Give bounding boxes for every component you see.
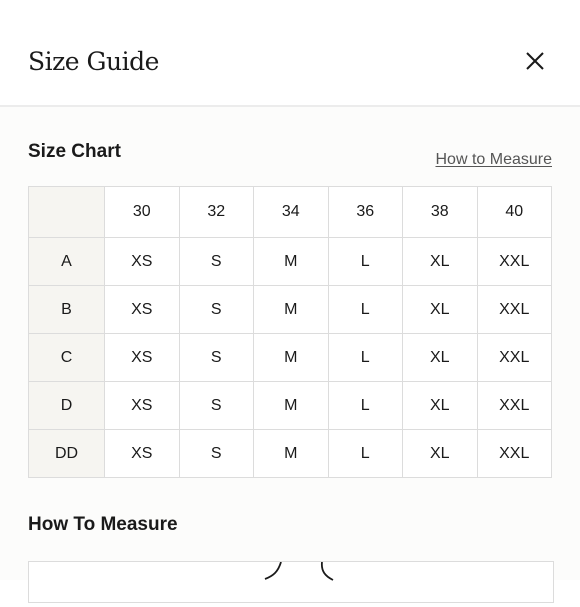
table-cell: L	[327, 381, 403, 430]
table-cell: S	[178, 429, 254, 478]
table-cell: XXL	[476, 237, 552, 286]
row-header: B	[28, 285, 105, 334]
table-cell: M	[253, 381, 329, 430]
table-cell: XS	[104, 381, 180, 430]
column-header: 36	[327, 186, 403, 238]
size-chart-header-row: 30 32 34 36 38 40	[28, 186, 552, 238]
table-cell: XS	[104, 333, 180, 382]
row-header: C	[28, 333, 105, 382]
table-cell: S	[178, 381, 254, 430]
table-cell: XL	[402, 333, 478, 382]
table-row: A XS S M L XL XXL	[28, 237, 552, 286]
column-header: 30	[104, 186, 180, 238]
table-cell: XXL	[476, 381, 552, 430]
table-cell: XXL	[476, 429, 552, 478]
close-icon[interactable]	[521, 47, 549, 75]
column-header: 40	[476, 186, 552, 238]
column-header: 38	[402, 186, 478, 238]
table-row: C XS S M L XL XXL	[28, 333, 552, 382]
table-cell: XS	[104, 285, 180, 334]
modal-header: Size Guide	[0, 0, 580, 107]
how-to-measure-link[interactable]: How to Measure	[436, 151, 553, 169]
size-chart-heading: Size Chart	[28, 141, 121, 162]
table-cell: M	[253, 333, 329, 382]
column-header: 32	[178, 186, 254, 238]
table-cell: XS	[104, 237, 180, 286]
table-row: D XS S M L XL XXL	[28, 381, 552, 430]
row-header: DD	[28, 429, 105, 478]
row-header: D	[28, 381, 105, 430]
table-cell: S	[178, 333, 254, 382]
table-corner-cell	[28, 186, 105, 238]
table-cell: L	[327, 285, 403, 334]
table-cell: L	[327, 237, 403, 286]
table-cell: S	[178, 237, 254, 286]
table-cell: M	[253, 429, 329, 478]
table-cell: M	[253, 237, 329, 286]
table-cell: XL	[402, 237, 478, 286]
row-header: A	[28, 237, 105, 286]
measurement-diagram	[264, 561, 334, 581]
table-cell: XL	[402, 285, 478, 334]
table-row: DD XS S M L XL XXL	[28, 429, 552, 478]
modal-title: Size Guide	[28, 47, 159, 76]
column-header: 34	[253, 186, 329, 238]
table-cell: XL	[402, 381, 478, 430]
how-to-measure-heading: How To Measure	[28, 514, 178, 535]
table-cell: XS	[104, 429, 180, 478]
table-cell: XXL	[476, 285, 552, 334]
size-chart-table: 30 32 34 36 38 40 A XS S M L XL XXL B XS…	[28, 186, 552, 478]
table-cell: M	[253, 285, 329, 334]
table-cell: S	[178, 285, 254, 334]
table-cell: L	[327, 333, 403, 382]
measurement-illustration	[28, 561, 554, 603]
modal-body: Size Chart How to Measure 30 32 34 36 38…	[0, 107, 580, 603]
table-cell: L	[327, 429, 403, 478]
table-cell: XXL	[476, 333, 552, 382]
table-row: B XS S M L XL XXL	[28, 285, 552, 334]
table-cell: XL	[402, 429, 478, 478]
